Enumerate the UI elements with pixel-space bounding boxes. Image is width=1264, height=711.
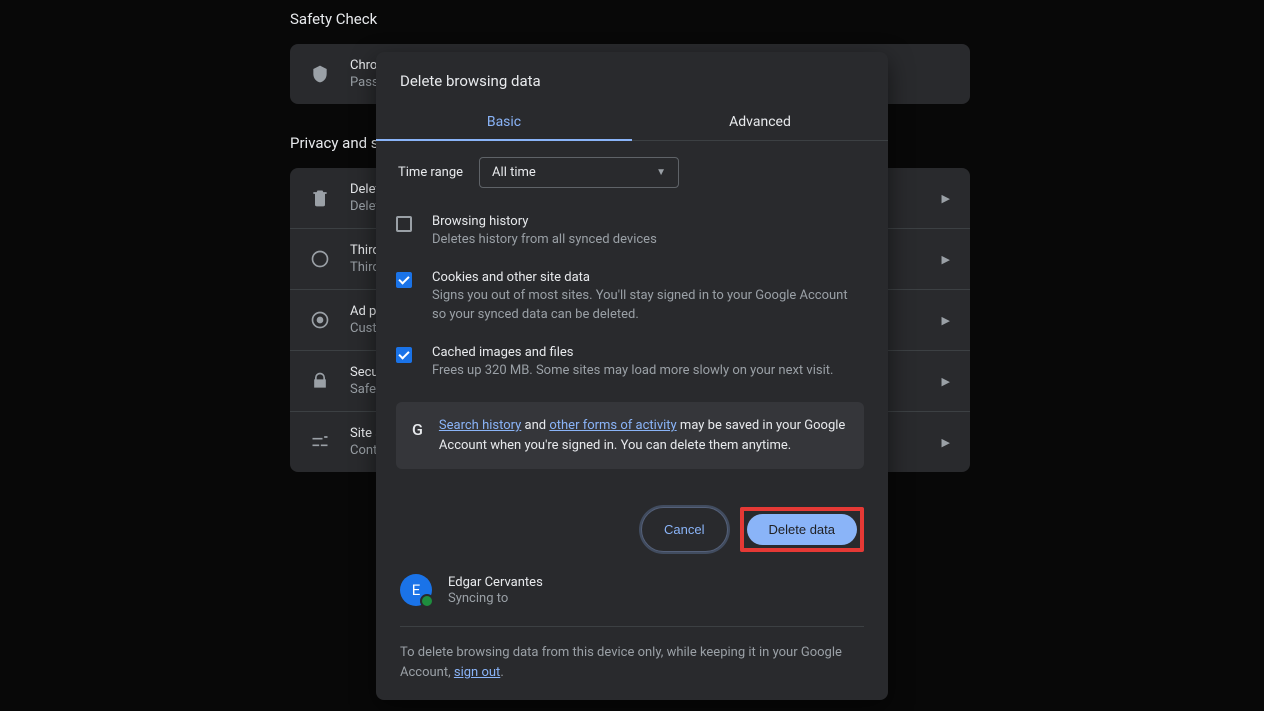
avatar-initial: E bbox=[412, 581, 421, 599]
chevron-down-icon: ▼ bbox=[656, 167, 666, 178]
option-cached[interactable]: Cached images and files Frees up 320 MB.… bbox=[396, 337, 864, 393]
cancel-button[interactable]: Cancel bbox=[641, 507, 727, 552]
user-status: Syncing to bbox=[448, 591, 543, 606]
tab-basic[interactable]: Basic bbox=[376, 104, 632, 140]
checkbox-cached[interactable] bbox=[396, 347, 412, 363]
time-range-select[interactable]: All time ▼ bbox=[479, 157, 679, 188]
chevron-right-icon: ▶ bbox=[942, 192, 950, 205]
option-sub: Signs you out of most sites. You'll stay… bbox=[432, 287, 864, 325]
ad-icon bbox=[310, 310, 330, 330]
trash-icon bbox=[310, 188, 330, 208]
user-info-row: E Edgar Cervantes Syncing to bbox=[400, 574, 864, 627]
safety-check-heading: Safety Check bbox=[290, 10, 970, 28]
checkbox-browsing-history[interactable] bbox=[396, 216, 412, 232]
delete-data-highlight: Delete data bbox=[740, 507, 865, 552]
chevron-right-icon: ▶ bbox=[942, 253, 950, 266]
user-name: Edgar Cervantes bbox=[448, 575, 543, 590]
tune-icon bbox=[310, 432, 330, 452]
option-title: Cached images and files bbox=[432, 345, 864, 360]
google-icon: G bbox=[412, 418, 423, 442]
time-range-value: All time bbox=[492, 165, 536, 180]
delete-browsing-data-dialog: Delete browsing data Basic Advanced Time… bbox=[376, 52, 888, 700]
chevron-right-icon: ▶ bbox=[942, 375, 950, 388]
google-account-info: G Search history and other forms of acti… bbox=[396, 402, 864, 469]
sign-out-link[interactable]: sign out bbox=[454, 665, 500, 680]
search-history-link[interactable]: Search history bbox=[439, 418, 521, 433]
option-title: Cookies and other site data bbox=[432, 270, 864, 285]
delete-data-button[interactable]: Delete data bbox=[747, 514, 858, 545]
dialog-title: Delete browsing data bbox=[376, 52, 888, 104]
chevron-right-icon: ▶ bbox=[942, 314, 950, 327]
shield-icon bbox=[310, 64, 330, 84]
signout-text: To delete browsing data from this device… bbox=[400, 627, 864, 682]
avatar: E bbox=[400, 574, 432, 606]
other-activity-link[interactable]: other forms of activity bbox=[549, 418, 676, 433]
chevron-right-icon: ▶ bbox=[942, 436, 950, 449]
dialog-tabs: Basic Advanced bbox=[376, 104, 888, 141]
option-title: Browsing history bbox=[432, 214, 864, 229]
lock-icon bbox=[310, 371, 330, 391]
time-range-label: Time range bbox=[398, 165, 463, 180]
option-browsing-history[interactable]: Browsing history Deletes history from al… bbox=[396, 206, 864, 262]
checkbox-cookies[interactable] bbox=[396, 272, 412, 288]
option-sub: Frees up 320 MB. Some sites may load mor… bbox=[432, 362, 864, 381]
tab-advanced[interactable]: Advanced bbox=[632, 104, 888, 140]
option-sub: Deletes history from all synced devices bbox=[432, 231, 864, 250]
option-cookies[interactable]: Cookies and other site data Signs you ou… bbox=[396, 262, 864, 337]
cookie-icon bbox=[310, 249, 330, 269]
sync-badge-icon bbox=[420, 594, 434, 608]
